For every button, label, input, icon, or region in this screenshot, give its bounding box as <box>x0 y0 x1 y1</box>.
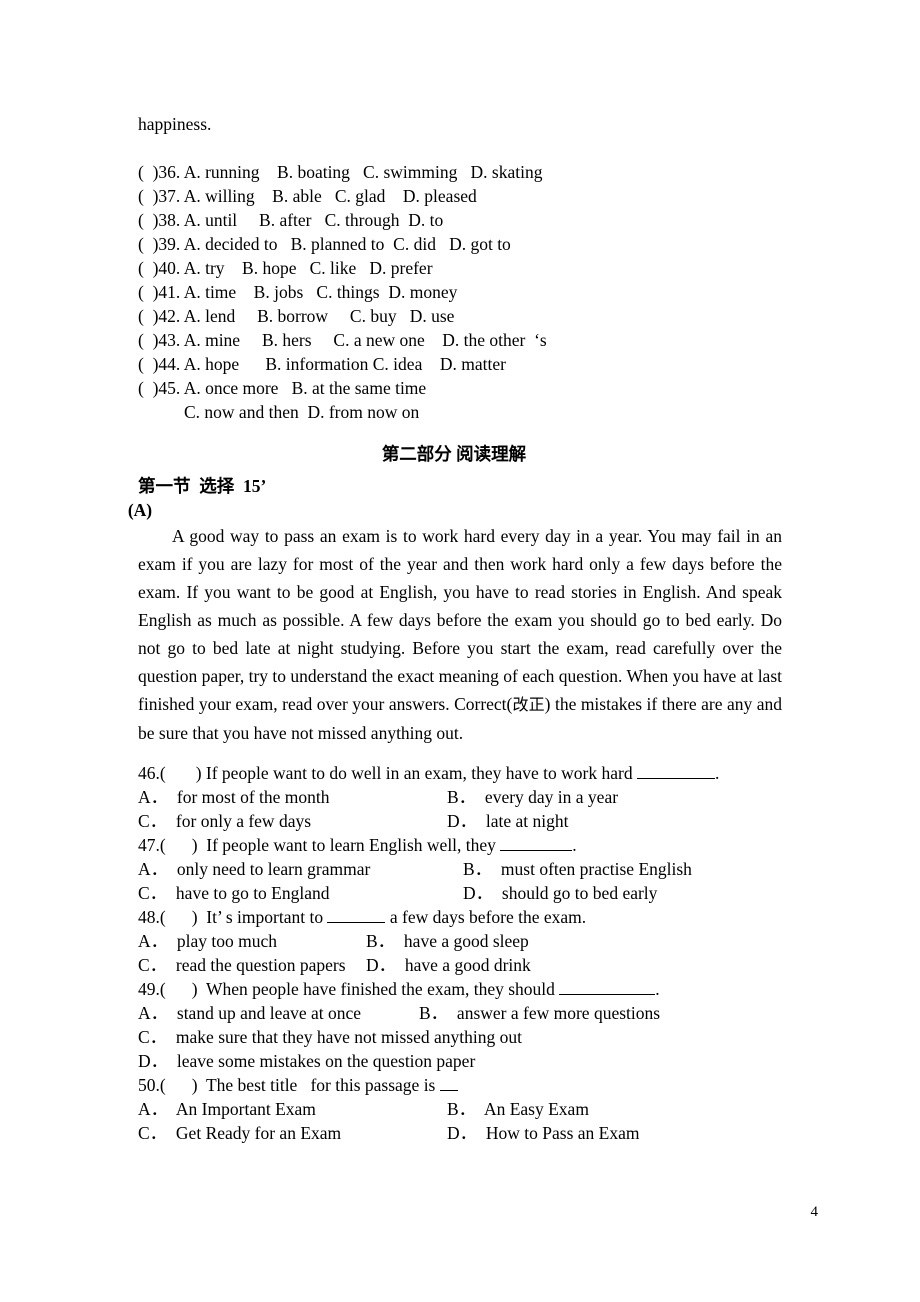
question-text-tail: . <box>655 979 660 999</box>
question-number: 46.( <box>138 763 166 783</box>
question-text: It’ s important to <box>197 907 328 927</box>
option-a[interactable]: A． stand up and leave at once <box>138 1001 361 1025</box>
page-number: 4 <box>810 1204 819 1220</box>
question-stem: 49.() When people have finished the exam… <box>138 977 782 1001</box>
option-row: C． for only a few days D． late at night <box>138 809 782 833</box>
option-a[interactable]: A． only need to learn grammar <box>138 857 370 881</box>
option-d[interactable]: D． should go to bed early <box>463 881 657 905</box>
option-d[interactable]: D． have a good drink <box>366 953 531 977</box>
question-stem: 48.() It’ s important to a few days befo… <box>138 905 782 929</box>
cloze-item: ( )45. A. once more B. at the same time <box>138 378 427 398</box>
option-row: A． only need to learn grammar B． must oft… <box>138 857 782 881</box>
option-d[interactable]: D． How to Pass an Exam <box>447 1121 639 1145</box>
option-a[interactable]: A． An Important Exam <box>138 1097 316 1121</box>
option-a[interactable]: A． for most of the month <box>138 785 330 809</box>
cloze-item: ( )44. A. hope B. information C. idea D.… <box>138 354 506 374</box>
question-text-tail: a few days before the exam. <box>385 907 587 927</box>
option-b[interactable]: B． must often practise English <box>463 857 692 881</box>
option-row: C． Get Ready for an Exam D． How to Pass a… <box>138 1121 782 1145</box>
passage-a-label: (A) <box>127 500 153 520</box>
question-text: When people have finished the exam, they… <box>197 979 560 999</box>
option-b[interactable]: B． every day in a year <box>447 785 618 809</box>
option-d[interactable]: D． leave some mistakes on the question p… <box>138 1049 782 1073</box>
option-row: C． read the question papers D． have a goo… <box>138 953 782 977</box>
question-number: 48.( <box>138 907 166 927</box>
option-c[interactable]: C． read the question papers <box>138 953 346 977</box>
option-b[interactable]: B． An Easy Exam <box>447 1097 589 1121</box>
cloze-item: ( )40. A. try B. hope C. like D. prefer <box>138 258 433 278</box>
question-stem: 46.() If people want to do well in an ex… <box>138 761 782 785</box>
questions-list: 46.() If people want to do well in an ex… <box>138 761 782 1145</box>
answer-blank[interactable] <box>439 1077 458 1091</box>
option-row: C． have to go to England D． should go to … <box>138 881 782 905</box>
option-row: A． play too much B． have a good sleep <box>138 929 782 953</box>
question-text: If people want to do well in an exam, th… <box>201 763 637 783</box>
question-text-tail: . <box>714 763 720 783</box>
question-text: If people want to learn English well, th… <box>197 835 501 855</box>
question-text-tail: . <box>572 835 577 855</box>
option-row: A． for most of the month B． every day in … <box>138 785 782 809</box>
option-d[interactable]: D． late at night <box>447 809 569 833</box>
cloze-item: ( )36. A. running B. boating C. swimming… <box>138 162 543 182</box>
option-a[interactable]: A． play too much <box>138 929 277 953</box>
cloze-item: ( )37. A. willing B. able C. glad D. ple… <box>138 186 477 206</box>
option-c[interactable]: C． make sure that they have not missed a… <box>138 1025 782 1049</box>
cloze-item: ( )42. A. lend B. borrow C. buy D. use <box>138 306 455 326</box>
option-row: A． stand up and leave at once B． answer a… <box>138 1001 782 1025</box>
option-b[interactable]: B． have a good sleep <box>366 929 529 953</box>
answer-blank[interactable] <box>559 981 656 995</box>
question-number: 49.( <box>138 979 166 999</box>
answer-blank[interactable] <box>500 837 573 851</box>
part-two-heading: 第二部分 阅读理解 <box>381 444 527 464</box>
section-one-heading: 第一节 选择 15’ <box>138 476 267 496</box>
option-c[interactable]: C． for only a few days <box>138 809 311 833</box>
question-number: 50.( <box>138 1075 166 1095</box>
question-text: The best title for this passage is <box>197 1075 440 1095</box>
cloze-item: ( )39. A. decided to B. planned to C. di… <box>138 234 511 254</box>
option-row: A． An Important Exam B． An Easy Exam <box>138 1097 782 1121</box>
answer-blank[interactable] <box>636 765 715 779</box>
passage-chinese-gloss: 改正 <box>512 695 545 714</box>
passage-text-part1: A good way to pass an exam is to work ha… <box>138 526 782 714</box>
cloze-options-list: ( )36. A. running B. boating C. swimming… <box>138 160 782 424</box>
reading-passage: A good way to pass an exam is to work ha… <box>138 522 782 747</box>
cloze-item: ( )41. A. time B. jobs C. things D. mone… <box>138 282 458 302</box>
question-stem: 47.() If people want to learn English we… <box>138 833 782 857</box>
question-number: 47.( <box>138 835 166 855</box>
option-c[interactable]: C． have to go to England <box>138 881 330 905</box>
question-stem: 50.() The best title for this passage is <box>138 1073 782 1097</box>
option-c[interactable]: C． Get Ready for an Exam <box>138 1121 341 1145</box>
cloze-item: ( )43. A. mine B. hers C. a new one D. t… <box>138 330 547 350</box>
document-page: happiness. ( )36. A. running B. boating … <box>128 0 782 1302</box>
cloze-item: ( )38. A. until B. after C. through D. t… <box>138 210 444 230</box>
option-b[interactable]: B． answer a few more questions <box>419 1001 660 1025</box>
continuation-text: happiness. <box>138 114 212 134</box>
cloze-item-continuation: C. now and then D. from now on <box>184 402 420 422</box>
answer-blank[interactable] <box>327 909 386 923</box>
